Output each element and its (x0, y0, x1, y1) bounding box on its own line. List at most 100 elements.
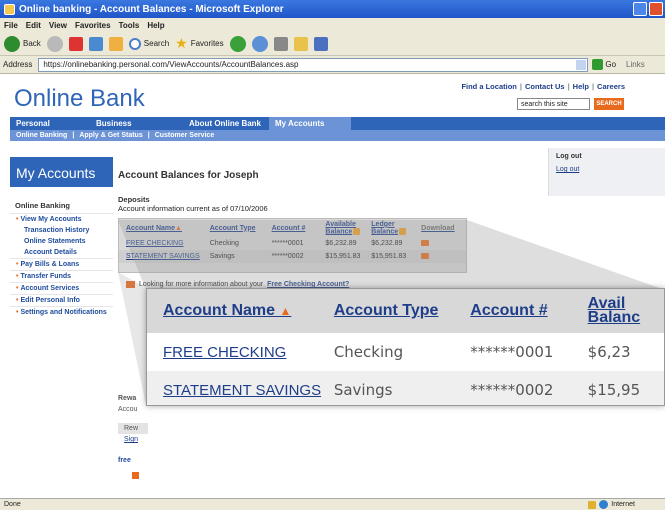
site-search-button[interactable]: SEARCH (594, 98, 624, 110)
menu-help[interactable]: Help (147, 21, 164, 30)
help-link[interactable]: Help (573, 82, 589, 91)
free-label: free (118, 457, 131, 464)
col-account-type[interactable]: Account Type (203, 225, 265, 232)
account-link[interactable]: FREE CHECKING (119, 240, 203, 247)
search-button[interactable]: Search (128, 37, 170, 50)
nav-my-accounts[interactable]: My Accounts (269, 117, 351, 130)
careers-link[interactable]: Careers (597, 82, 625, 91)
menu-favorites[interactable]: Favorites (75, 21, 111, 30)
site-search-placeholder: search this site (521, 100, 568, 108)
menu-view[interactable]: View (49, 21, 67, 30)
sidebar-item-account-services[interactable]: • Account Services (10, 282, 113, 294)
col-ledger[interactable]: Ledger Balance (364, 221, 414, 235)
zoom-account-link[interactable]: FREE CHECKING (147, 344, 334, 361)
status-text: Done (4, 501, 21, 508)
sign-link[interactable]: Sign (118, 434, 148, 445)
col-account-number[interactable]: Account # (265, 225, 319, 232)
site-search-input[interactable]: search this site (517, 98, 590, 110)
links-label[interactable]: Links (626, 60, 645, 69)
close-button[interactable] (649, 2, 663, 16)
zoom-panel: Account Name ▲ Account Type Account # Av… (146, 288, 665, 406)
zoom-available-balance: $15,95 (587, 381, 641, 399)
table-row: FREE CHECKING Checking ******0001 $6,232… (119, 237, 466, 250)
address-bar: Address https://onlinebanking.personal.c… (0, 56, 665, 74)
sidebar-item-transfer[interactable]: • Transfer Funds (10, 270, 113, 282)
sidebar-item-edit-info[interactable]: • Edit Personal Info (10, 294, 113, 306)
status-bar: Done Internet (0, 498, 665, 510)
available-balance: $6,232.89 (325, 240, 357, 247)
sidebar-item-online-statements[interactable]: Online Statements (10, 236, 113, 247)
accounts-table: Account Name▲ Account Type Account # Ava… (118, 218, 467, 273)
find-location-link[interactable]: Find a Location (461, 82, 516, 91)
table-header: Account Name▲ Account Type Account # Ava… (119, 219, 466, 237)
col-account-name[interactable]: Account Name▲ (119, 225, 203, 232)
mail-button[interactable] (251, 35, 268, 52)
zoom-row: FREE CHECKING Checking ******0001 $6,23 (147, 333, 664, 371)
download-button[interactable] (414, 252, 466, 261)
browser-toolbar: Back Search ★ Favorites (0, 32, 665, 56)
refresh-button[interactable] (88, 36, 103, 51)
more-info: Looking for more information about your … (126, 281, 349, 288)
address-label: Address (3, 60, 33, 69)
subnav-customer-service[interactable]: Customer Service (155, 132, 215, 139)
page-title: Account Balances for Joseph (118, 170, 259, 181)
zoom-col-account-type[interactable]: Account Type (334, 302, 470, 320)
sidebar-item-transaction-history[interactable]: Transaction History (10, 225, 113, 236)
site-logo[interactable]: Online Bank (14, 85, 145, 113)
deposits-heading: Deposits (118, 195, 150, 204)
back-button[interactable]: Back (4, 35, 41, 52)
deposits-timestamp: Account information current as of 07/10/… (118, 204, 268, 213)
zoom-account-link[interactable]: STATEMENT SAVINGS (147, 382, 334, 399)
menu-tools[interactable]: Tools (119, 21, 140, 30)
nav-about[interactable]: About Online Bank (183, 117, 269, 130)
search-label: Search (143, 39, 170, 48)
download-button[interactable] (414, 239, 466, 248)
go-label: Go (605, 60, 617, 69)
minimize-button[interactable] (633, 2, 647, 16)
sidebar-menu: • View My Accounts Transaction History On… (10, 213, 113, 318)
account-number: ******0002 (271, 253, 304, 260)
logout-link[interactable]: Log out (556, 166, 658, 173)
forward-button[interactable] (46, 35, 63, 52)
history-button[interactable] (229, 35, 246, 52)
search-icon (128, 37, 141, 50)
ledger-balance: $6,232.89 (371, 240, 403, 247)
help-icon[interactable] (399, 227, 407, 235)
subnav-apply[interactable]: Apply & Get Status (79, 132, 142, 139)
go-button[interactable]: Go (592, 59, 616, 70)
sidebar-item-pay-bills[interactable]: • Pay Bills & Loans (10, 258, 113, 270)
folder-button[interactable] (293, 36, 308, 51)
address-dropdown-icon[interactable] (576, 59, 587, 70)
free-checking-link[interactable]: Free Checking Account? (267, 281, 349, 288)
contact-us-link[interactable]: Contact Us (525, 82, 565, 91)
menu-edit[interactable]: Edit (26, 21, 41, 30)
sidebar-item-settings[interactable]: • Settings and Notifications (10, 306, 113, 318)
globe-icon (599, 500, 609, 509)
sidebar-item-view-accounts[interactable]: • View My Accounts (10, 213, 113, 225)
address-url: https://onlinebanking.personal.com/ViewA… (43, 60, 299, 69)
logout-heading: Log out (556, 153, 582, 160)
home-button[interactable] (108, 36, 123, 51)
menu-file[interactable]: File (4, 21, 18, 30)
subnav-online-banking[interactable]: Online Banking (16, 132, 67, 139)
orange-bullet-icon (132, 472, 139, 479)
stop-button[interactable] (68, 36, 83, 51)
utility-links: Find a Location | Contact Us | Help | Caree… (461, 82, 625, 91)
zone-label: Internet (611, 501, 635, 508)
help-icon[interactable] (353, 227, 361, 235)
col-available[interactable]: Available Balance (318, 221, 364, 235)
deposits-section: Deposits Account information current as … (118, 195, 268, 213)
messenger-button[interactable] (313, 36, 328, 51)
col-download: Download (421, 224, 455, 232)
favorites-button[interactable]: ★ Favorites (175, 35, 223, 52)
zoom-col-account-name[interactable]: Account Name ▲ (147, 302, 334, 320)
zoom-col-available[interactable]: Avail Balanc (588, 296, 664, 326)
account-link[interactable]: STATEMENT SAVINGS (119, 253, 203, 260)
nav-business[interactable]: Business (90, 117, 183, 130)
address-input[interactable]: https://onlinebanking.personal.com/ViewA… (38, 57, 589, 72)
nav-personal[interactable]: Personal (10, 117, 90, 130)
zoom-col-account-number[interactable]: Account # (470, 302, 587, 320)
sidebar-item-account-details[interactable]: Account Details (10, 247, 113, 258)
web-page: Online Bank Find a Location | Contact Us |… (0, 75, 665, 498)
print-button[interactable] (273, 36, 288, 51)
